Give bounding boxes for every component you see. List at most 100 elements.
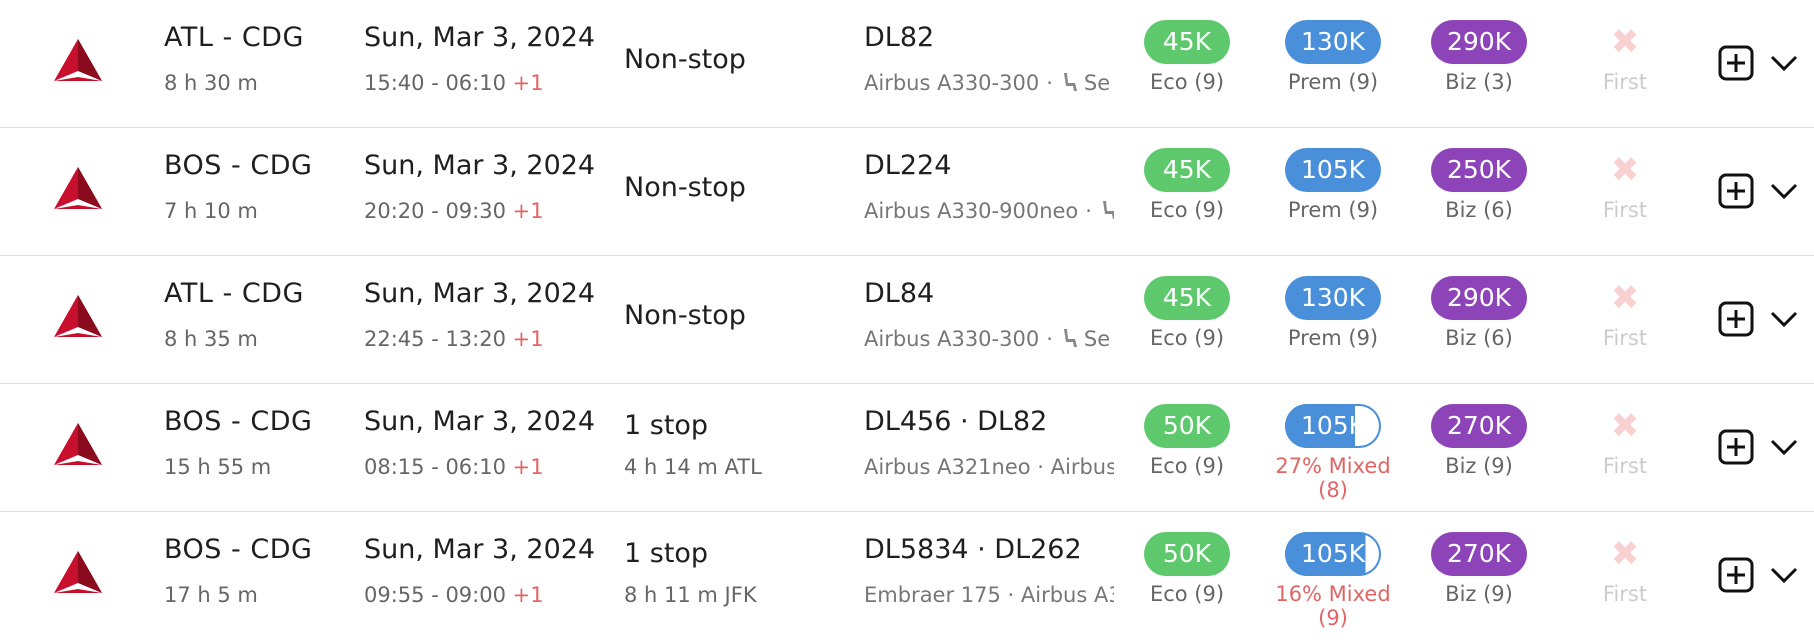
cabin-biz[interactable]: 270K Biz (9) <box>1409 532 1549 606</box>
time-range: 22:45 - 13:20 <box>364 327 506 351</box>
stops: 1 stop <box>624 538 709 569</box>
separator-dot: · <box>1046 71 1053 95</box>
flight-row[interactable]: ATL - CDG 8 h 35 m Sun, Mar 3, 2024 22:4… <box>0 256 1814 384</box>
duration: 17 h 5 m <box>164 583 258 607</box>
prem-mixed-label: 16% Mixed (9) <box>1275 582 1391 630</box>
eco-label: Eco (9) <box>1149 454 1225 478</box>
aircraft: Airbus A330-300 · Se <box>864 327 1114 351</box>
delta-logo-icon <box>54 167 102 209</box>
stops: Non-stop <box>624 172 746 203</box>
cabin-first: ✖ First <box>1555 20 1695 94</box>
cabin-first: ✖ First <box>1555 276 1695 350</box>
chevron-down-icon[interactable] <box>1768 306 1800 332</box>
chevron-down-icon[interactable] <box>1768 562 1800 588</box>
eco-price-pill[interactable]: 50K <box>1144 532 1230 576</box>
first-label: First <box>1602 454 1648 478</box>
cabin-biz[interactable]: 270K Biz (9) <box>1409 404 1549 478</box>
biz-label: Biz (9) <box>1445 454 1513 478</box>
prem-label: Prem (9) <box>1287 326 1379 350</box>
aircraft: Embraer 175 · Airbus A3 <box>864 583 1114 607</box>
departure-date: Sun, Mar 3, 2024 <box>364 406 596 437</box>
eco-price-pill[interactable]: 50K <box>1144 404 1230 448</box>
day-offset: +1 <box>512 199 544 223</box>
chevron-down-icon[interactable] <box>1768 434 1800 460</box>
cabin-prem[interactable]: 105K 16% Mixed (9) <box>1263 532 1403 630</box>
biz-price-pill[interactable]: 270K <box>1430 404 1528 448</box>
chevron-down-icon[interactable] <box>1768 50 1800 76</box>
cabin-prem[interactable]: 130K Prem (9) <box>1263 276 1403 350</box>
duration: 8 h 30 m <box>164 71 258 95</box>
stops: 1 stop <box>624 410 709 441</box>
cabin-biz[interactable]: 250K Biz (6) <box>1409 148 1549 222</box>
plus-square-icon[interactable] <box>1718 301 1754 337</box>
day-offset: +1 <box>512 455 544 479</box>
flight-row[interactable]: BOS - CDG 15 h 55 m Sun, Mar 3, 2024 08:… <box>0 384 1814 512</box>
prem-price-pill[interactable]: 130K <box>1284 276 1382 320</box>
flight-numbers: DL224 <box>864 150 952 181</box>
x-icon: ✖ <box>1610 278 1640 318</box>
aircraft-name: Airbus A330-300 <box>864 327 1040 351</box>
plus-square-icon[interactable] <box>1718 557 1754 593</box>
biz-price-pill[interactable]: 290K <box>1430 276 1528 320</box>
plus-square-icon[interactable] <box>1718 45 1754 81</box>
time-range: 20:20 - 09:30 <box>364 199 506 223</box>
plus-square-icon[interactable] <box>1718 429 1754 465</box>
plus-square-icon[interactable] <box>1718 173 1754 209</box>
prem-price-pill[interactable]: 130K <box>1284 20 1382 64</box>
eco-price-pill[interactable]: 45K <box>1144 148 1230 192</box>
eco-price-pill[interactable]: 45K <box>1144 20 1230 64</box>
cabin-prem[interactable]: 105K Prem (9) <box>1263 148 1403 222</box>
cabin-eco[interactable]: 45K Eco (9) <box>1117 20 1257 94</box>
stops: Non-stop <box>624 300 746 331</box>
cabin-prem[interactable]: 130K Prem (9) <box>1263 20 1403 94</box>
biz-price-pill[interactable]: 250K <box>1430 148 1528 192</box>
biz-label: Biz (9) <box>1445 582 1513 606</box>
prem-price-pill[interactable]: 105K <box>1284 148 1382 192</box>
eco-label: Eco (9) <box>1149 198 1225 222</box>
route: ATL - CDG <box>164 278 304 309</box>
x-icon: ✖ <box>1610 22 1640 62</box>
biz-label: Biz (3) <box>1445 70 1513 94</box>
flight-numbers: DL82 <box>864 22 935 53</box>
eco-price-pill[interactable]: 45K <box>1144 276 1230 320</box>
route: BOS - CDG <box>164 534 313 565</box>
seat-icon <box>1102 201 1114 219</box>
route: BOS - CDG <box>164 150 313 181</box>
flight-times: 22:45 - 13:20 +1 <box>364 327 544 351</box>
aircraft: Airbus A330-300 · Se <box>864 71 1114 95</box>
flight-row[interactable]: BOS - CDG 17 h 5 m Sun, Mar 3, 2024 09:5… <box>0 512 1814 640</box>
flight-times: 20:20 - 09:30 +1 <box>364 199 544 223</box>
separator-dot: · <box>1085 199 1092 223</box>
biz-price-pill[interactable]: 290K <box>1430 20 1528 64</box>
cabin-biz[interactable]: 290K Biz (3) <box>1409 20 1549 94</box>
cabin-biz[interactable]: 290K Biz (6) <box>1409 276 1549 350</box>
cabin-prem[interactable]: 105K 27% Mixed (8) <box>1263 404 1403 502</box>
cabin-eco[interactable]: 45K Eco (9) <box>1117 276 1257 350</box>
cabin-eco[interactable]: 50K Eco (9) <box>1117 532 1257 606</box>
cabin-eco[interactable]: 50K Eco (9) <box>1117 404 1257 478</box>
duration: 15 h 55 m <box>164 455 272 479</box>
biz-label: Biz (6) <box>1445 198 1513 222</box>
delta-logo-icon <box>54 551 102 593</box>
flight-row[interactable]: BOS - CDG 7 h 10 m Sun, Mar 3, 2024 20:2… <box>0 128 1814 256</box>
aircraft-name: Airbus A330-900neo <box>864 199 1079 223</box>
aircraft: Airbus A321neo · Airbus <box>864 455 1114 479</box>
prem-price-pill[interactable]: 105K <box>1284 404 1382 448</box>
departure-date: Sun, Mar 3, 2024 <box>364 534 596 565</box>
flight-numbers: DL84 <box>864 278 935 309</box>
route: ATL - CDG <box>164 22 304 53</box>
aircraft-name: Airbus A330-300 <box>864 71 1040 95</box>
first-label: First <box>1602 582 1648 606</box>
cabin-eco[interactable]: 45K Eco (9) <box>1117 148 1257 222</box>
day-offset: +1 <box>512 583 544 607</box>
prem-price-pill[interactable]: 105K <box>1284 532 1382 576</box>
departure-date: Sun, Mar 3, 2024 <box>364 278 596 309</box>
prem-label: Prem (9) <box>1287 198 1379 222</box>
flight-row[interactable]: ATL - CDG 8 h 30 m Sun, Mar 3, 2024 15:4… <box>0 0 1814 128</box>
eco-label: Eco (9) <box>1149 326 1225 350</box>
biz-price-pill[interactable]: 270K <box>1430 532 1528 576</box>
eco-label: Eco (9) <box>1149 70 1225 94</box>
departure-date: Sun, Mar 3, 2024 <box>364 22 596 53</box>
chevron-down-icon[interactable] <box>1768 178 1800 204</box>
departure-date: Sun, Mar 3, 2024 <box>364 150 596 181</box>
